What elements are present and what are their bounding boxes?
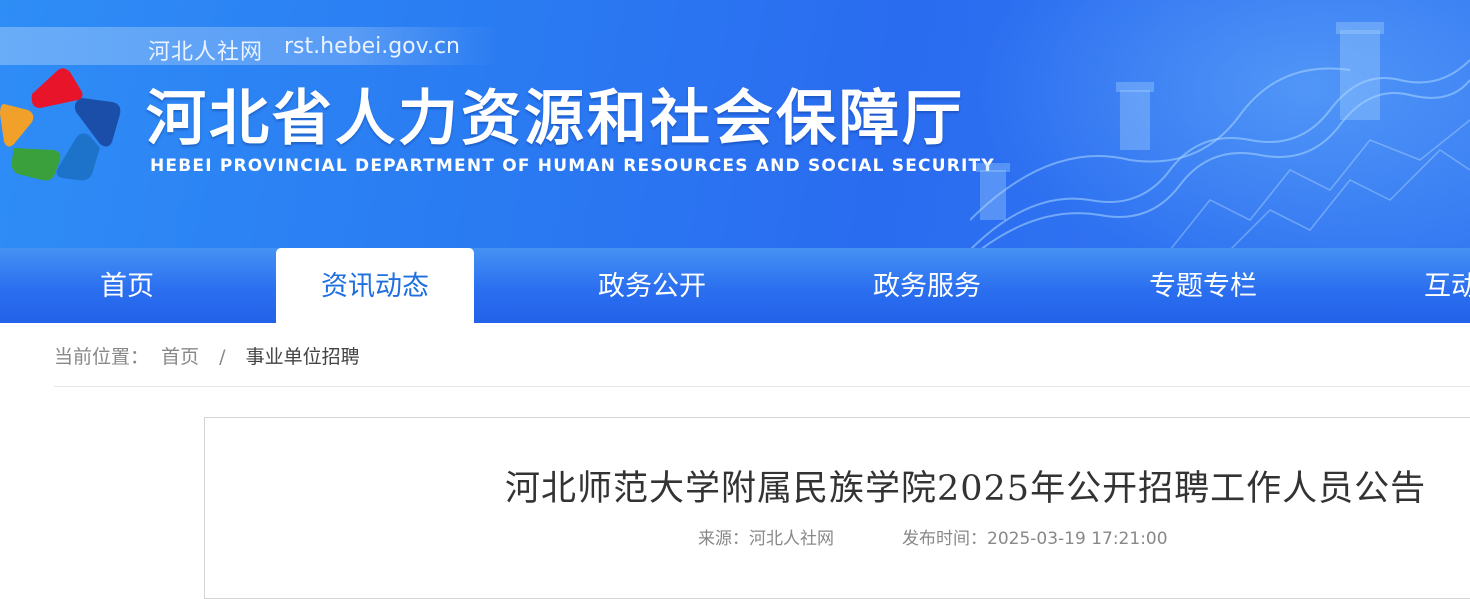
breadcrumb-prefix: 当前位置： <box>54 346 150 368</box>
nav-item-gov-affairs-open[interactable]: 政务公开 <box>552 248 752 323</box>
nav-item-home[interactable]: 首页 <box>27 248 227 323</box>
breadcrumb-current[interactable]: 事业单位招聘 <box>246 346 360 368</box>
great-wall-illustration <box>970 22 1470 250</box>
article-publish-time: 发布时间：2025-03-19 17:21:00 <box>902 529 1168 549</box>
article-source: 来源：河北人社网 <box>698 529 834 549</box>
article-title: 河北师范大学附属民族学院2025年公开招聘工作人员公告 <box>505 469 1427 509</box>
site-name[interactable]: 河北人社网 <box>148 34 263 66</box>
nav-item-news[interactable]: 资讯动态 <box>276 248 474 323</box>
site-url[interactable]: rst.hebei.gov.cn <box>284 34 460 59</box>
breadcrumb-home[interactable]: 首页 <box>161 346 199 368</box>
org-name-en: HEBEI PROVINCIAL DEPARTMENT OF HUMAN RES… <box>150 156 995 176</box>
main-nav: 首页 资讯动态 政务公开 政务服务 专题专栏 互动 <box>0 248 1470 323</box>
breadcrumb-separator: / <box>219 346 226 368</box>
org-name-cn[interactable]: 河北省人力资源和社会保障厅 <box>146 84 965 154</box>
nav-item-special-topics[interactable]: 专题专栏 <box>1103 248 1303 323</box>
nav-item-interaction[interactable]: 互动 <box>1378 248 1470 323</box>
pentagon-logo-icon[interactable] <box>0 64 126 182</box>
nav-item-gov-services[interactable]: 政务服务 <box>827 248 1027 323</box>
breadcrumb-divider <box>54 386 1470 387</box>
header-banner: 河北人社网 rst.hebei.gov.cn 河北省人力资源和社会保障厅 HEB… <box>0 0 1470 250</box>
breadcrumb: 当前位置： 首页 / 事业单位招聘 <box>54 342 366 369</box>
